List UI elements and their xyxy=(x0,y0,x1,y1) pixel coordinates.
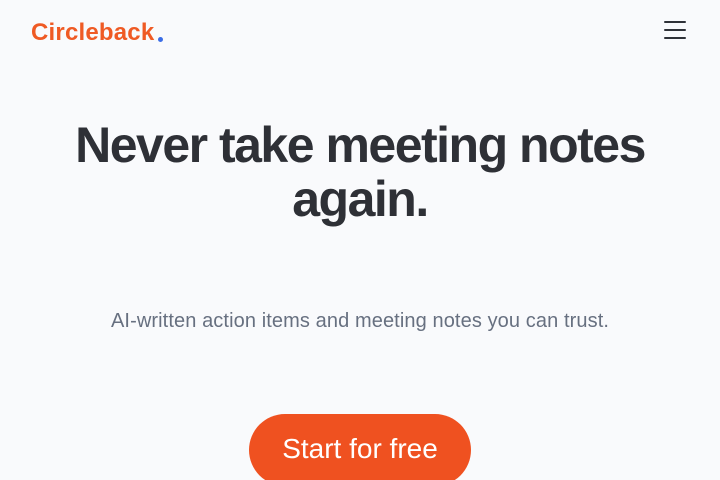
top-nav: Circleback xyxy=(0,0,720,64)
hamburger-menu-icon[interactable] xyxy=(664,20,686,40)
logo-link[interactable]: Circleback xyxy=(31,18,164,48)
start-for-free-button[interactable]: Start for free xyxy=(249,414,471,480)
logo-dot-icon xyxy=(158,37,164,42)
menu-line xyxy=(664,29,686,31)
menu-line xyxy=(664,21,686,23)
cta-label: Start for free xyxy=(282,433,438,464)
logo-text: Circleback xyxy=(31,19,155,46)
hero-headline: Never take meeting notes again. xyxy=(75,117,646,227)
landing-page: Circleback Never take meeting notes agai… xyxy=(0,0,720,480)
hero-subheadline: AI-written action items and meeting note… xyxy=(110,310,610,332)
menu-line xyxy=(664,37,686,39)
